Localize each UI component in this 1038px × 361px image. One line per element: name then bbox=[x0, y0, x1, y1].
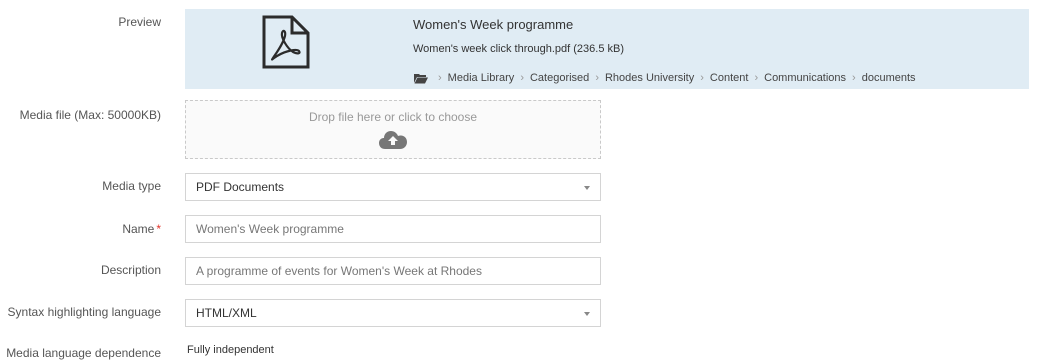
breadcrumb: › Media Library › Categorised › Rhodes U… bbox=[414, 72, 916, 84]
name-label: Name * bbox=[122, 222, 161, 236]
name-value: Women's Week programme bbox=[196, 222, 344, 236]
language-dependence-value: Fully independent bbox=[187, 344, 274, 356]
folder-icon bbox=[414, 73, 428, 83]
preview-label: Preview bbox=[118, 15, 161, 29]
breadcrumb-item[interactable]: Categorised bbox=[530, 72, 589, 84]
name-input[interactable]: Women's Week programme bbox=[185, 215, 601, 243]
syntax-language-select[interactable]: HTML/XML bbox=[185, 299, 601, 327]
cloud-upload-icon bbox=[379, 131, 407, 149]
required-marker: * bbox=[156, 222, 161, 236]
breadcrumb-item[interactable]: Media Library bbox=[448, 72, 515, 84]
pdf-file-icon bbox=[262, 15, 310, 69]
media-type-value: PDF Documents bbox=[196, 180, 285, 194]
description-label: Description bbox=[100, 263, 161, 277]
breadcrumb-separator: › bbox=[595, 72, 599, 84]
media-type-select[interactable]: PDF Documents bbox=[185, 173, 601, 201]
breadcrumb-separator: › bbox=[754, 72, 759, 84]
breadcrumb-separator: › bbox=[700, 72, 704, 84]
breadcrumb-item[interactable]: Rhodes University bbox=[605, 72, 694, 84]
media-file-label: Media file (Max: 50000KB) bbox=[19, 108, 161, 122]
language-dependence-label: Media language dependence bbox=[6, 346, 161, 360]
chevron-down-icon bbox=[584, 312, 590, 316]
breadcrumb-separator: › bbox=[852, 72, 856, 84]
description-input[interactable]: A programme of events for Women's Week a… bbox=[185, 257, 601, 285]
preview-title: Women's Week programme bbox=[413, 17, 574, 32]
breadcrumb-item[interactable]: documents bbox=[862, 72, 916, 84]
dropzone-text: Drop file here or click to choose bbox=[308, 110, 478, 124]
breadcrumb-item[interactable]: Communications bbox=[764, 72, 846, 84]
preview-panel: Women's Week programme Women's week clic… bbox=[185, 9, 1029, 89]
media-type-label: Media type bbox=[102, 179, 161, 193]
syntax-language-value: HTML/XML bbox=[196, 306, 257, 320]
breadcrumb-item[interactable]: Content bbox=[710, 72, 749, 84]
description-value: A programme of events for Women's Week a… bbox=[196, 264, 482, 278]
syntax-language-label: Syntax highlighting language bbox=[7, 305, 161, 319]
breadcrumb-separator: › bbox=[520, 72, 524, 84]
breadcrumb-separator: › bbox=[438, 72, 442, 84]
file-dropzone[interactable]: Drop file here or click to choose bbox=[185, 100, 601, 159]
preview-file-info: Women's week click through.pdf (236.5 kB… bbox=[413, 43, 624, 55]
chevron-down-icon bbox=[584, 186, 590, 190]
